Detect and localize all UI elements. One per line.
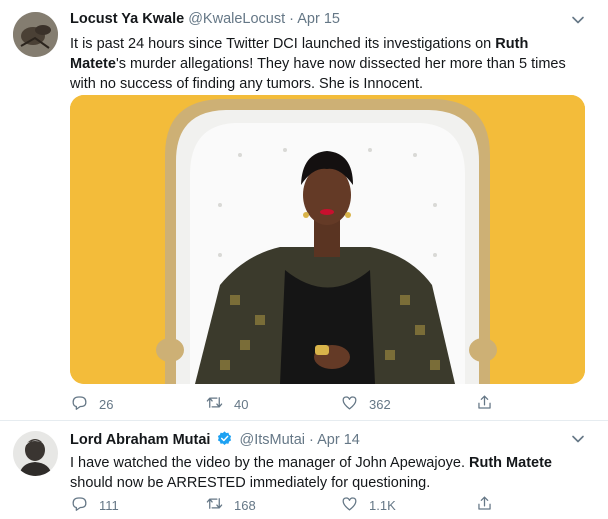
retweet-icon <box>205 393 234 415</box>
share-icon <box>475 494 504 516</box>
tweet-header: Lord Abraham Mutai @ItsMutai · Apr 14 <box>70 430 360 451</box>
tweet-text-part: I have watched the video by the manager … <box>70 455 470 471</box>
photo-illustration <box>70 95 585 384</box>
separator-dot: · <box>289 11 295 27</box>
retweet-icon <box>205 494 234 516</box>
retweet-button[interactable]: 40 <box>205 393 248 415</box>
author-handle[interactable]: @ItsMutai <box>240 432 305 448</box>
retweet-count: 40 <box>234 396 249 412</box>
tweet[interactable]: Locust Ya Kwale @KwaleLocust · Apr 15 It… <box>0 0 608 421</box>
tweet-actions: 111 168 1.1K <box>70 494 510 516</box>
tweet-text-part: 's murder allegations! They have now dis… <box>70 56 566 92</box>
verified-badge-icon <box>216 430 233 451</box>
author-name[interactable]: Locust Ya Kwale <box>70 11 184 27</box>
tweet-actions: 26 40 362 <box>70 393 510 415</box>
like-count: 1.1K <box>369 497 396 513</box>
chevron-down-icon[interactable] <box>571 13 585 27</box>
reply-count: 111 <box>99 497 119 513</box>
tweet-photo[interactable] <box>70 95 585 384</box>
reply-button[interactable]: 111 <box>70 494 119 516</box>
reply-button[interactable]: 26 <box>70 393 113 415</box>
tweet-text: I have watched the video by the manager … <box>70 453 585 493</box>
tweet-header: Locust Ya Kwale @KwaleLocust · Apr 15 <box>70 11 340 27</box>
share-button[interactable] <box>475 393 504 415</box>
avatar[interactable] <box>13 431 58 476</box>
chevron-down-icon[interactable] <box>571 432 585 446</box>
tweet-date[interactable]: Apr 14 <box>317 432 360 448</box>
like-button[interactable]: 362 <box>340 393 391 415</box>
author-handle[interactable]: @KwaleLocust <box>188 11 285 27</box>
tweet-text-part: It is past 24 hours since Twitter DCI la… <box>70 36 496 52</box>
avatar[interactable] <box>13 12 58 57</box>
retweet-count: 168 <box>234 497 256 513</box>
reply-icon <box>70 494 99 516</box>
share-icon <box>475 393 504 415</box>
tweet-text: It is past 24 hours since Twitter DCI la… <box>70 34 585 94</box>
like-button[interactable]: 1.1K <box>340 494 396 516</box>
like-count: 362 <box>369 396 391 412</box>
separator-dot: · <box>309 432 314 448</box>
reply-icon <box>70 393 99 415</box>
retweet-button[interactable]: 168 <box>205 494 256 516</box>
reply-count: 26 <box>99 396 114 412</box>
mention-bold: Ruth Matete <box>469 455 552 471</box>
tweet-text-part: should now be ARRESTED immediately for q… <box>70 475 431 491</box>
tweet[interactable]: Lord Abraham Mutai @ItsMutai · Apr 14 I … <box>0 421 608 519</box>
share-button[interactable] <box>475 494 504 516</box>
author-name[interactable]: Lord Abraham Mutai <box>70 432 210 448</box>
heart-icon <box>340 494 369 516</box>
tweet-date[interactable]: Apr 15 <box>297 11 340 27</box>
heart-icon <box>340 393 369 415</box>
